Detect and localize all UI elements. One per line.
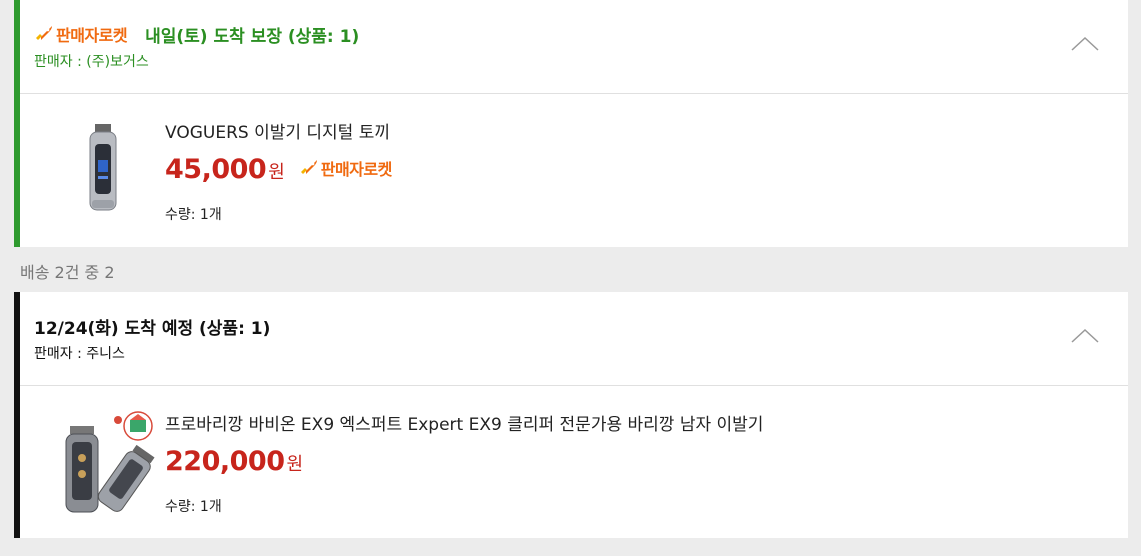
order-item-1[interactable]: VOGUERS 이발기 디지털 토끼 45,000 원 판매자로켓 수량: 1개 <box>20 94 1128 246</box>
shipment-card-1: 판매자로켓 내일(토) 도착 보장 (상품: 1) 판매자 : (주)보거스 V… <box>14 0 1128 247</box>
quantity-label: 수량: 1개 <box>165 207 222 223</box>
rocket-icon <box>36 26 52 40</box>
price-row: 220,000 원 <box>165 446 317 477</box>
rocket-icon <box>300 160 317 174</box>
shipment-header-2: 12/24(화) 도착 예정 (상품: 1) 판매자 : 주니스 <box>20 292 1128 386</box>
delivery-title: 내일(토) 도착 보장 (상품: 1) <box>145 26 360 47</box>
order-item-2[interactable]: 프로바리깡 바비온 EX9 엑스퍼트 Expert EX9 클리퍼 전문가용 바… <box>20 386 1128 538</box>
price-row: 45,000 원 판매자로켓 <box>165 154 410 185</box>
seller-rocket-badge: 판매자로켓 <box>299 156 392 180</box>
rocket-label: 판매자로켓 <box>56 26 128 45</box>
seller-name: 판매자 : 주니스 <box>34 346 125 362</box>
product-name[interactable]: 프로바리깡 바비온 EX9 엑스퍼트 Expert EX9 클리퍼 전문가용 바… <box>165 410 763 435</box>
collapse-chevron-up-icon[interactable] <box>1070 324 1100 348</box>
shipment-header-1: 판매자로켓 내일(토) 도착 보장 (상품: 1) 판매자 : (주)보거스 <box>20 0 1128 94</box>
hair-clipper-image[interactable] <box>50 116 160 226</box>
shipment-card-2: 12/24(화) 도착 예정 (상품: 1) 판매자 : 주니스 프로바리깡 바… <box>14 292 1128 538</box>
order-page: 판매자로켓 내일(토) 도착 보장 (상품: 1) 판매자 : (주)보거스 V… <box>0 0 1141 556</box>
delivery-title: 12/24(화) 도착 예정 (상품: 1) <box>34 318 271 339</box>
currency-label: 원 <box>286 454 304 475</box>
seller-name: 판매자 : (주)보거스 <box>34 54 149 70</box>
shipment-count-label: 배송 2건 중 2 <box>20 263 115 282</box>
rocket-badge-label: 판매자로켓 <box>320 160 393 179</box>
currency-label: 원 <box>268 162 285 183</box>
product-name[interactable]: VOGUERS 이발기 디지털 토끼 <box>165 118 390 143</box>
seller-rocket-tag: 판매자로켓 <box>34 22 128 46</box>
product-price: 45,000 <box>165 154 267 185</box>
clipper-set-image[interactable] <box>50 408 160 518</box>
product-price: 220,000 <box>165 446 285 477</box>
quantity-label: 수량: 1개 <box>165 499 222 515</box>
collapse-chevron-up-icon[interactable] <box>1070 32 1100 56</box>
